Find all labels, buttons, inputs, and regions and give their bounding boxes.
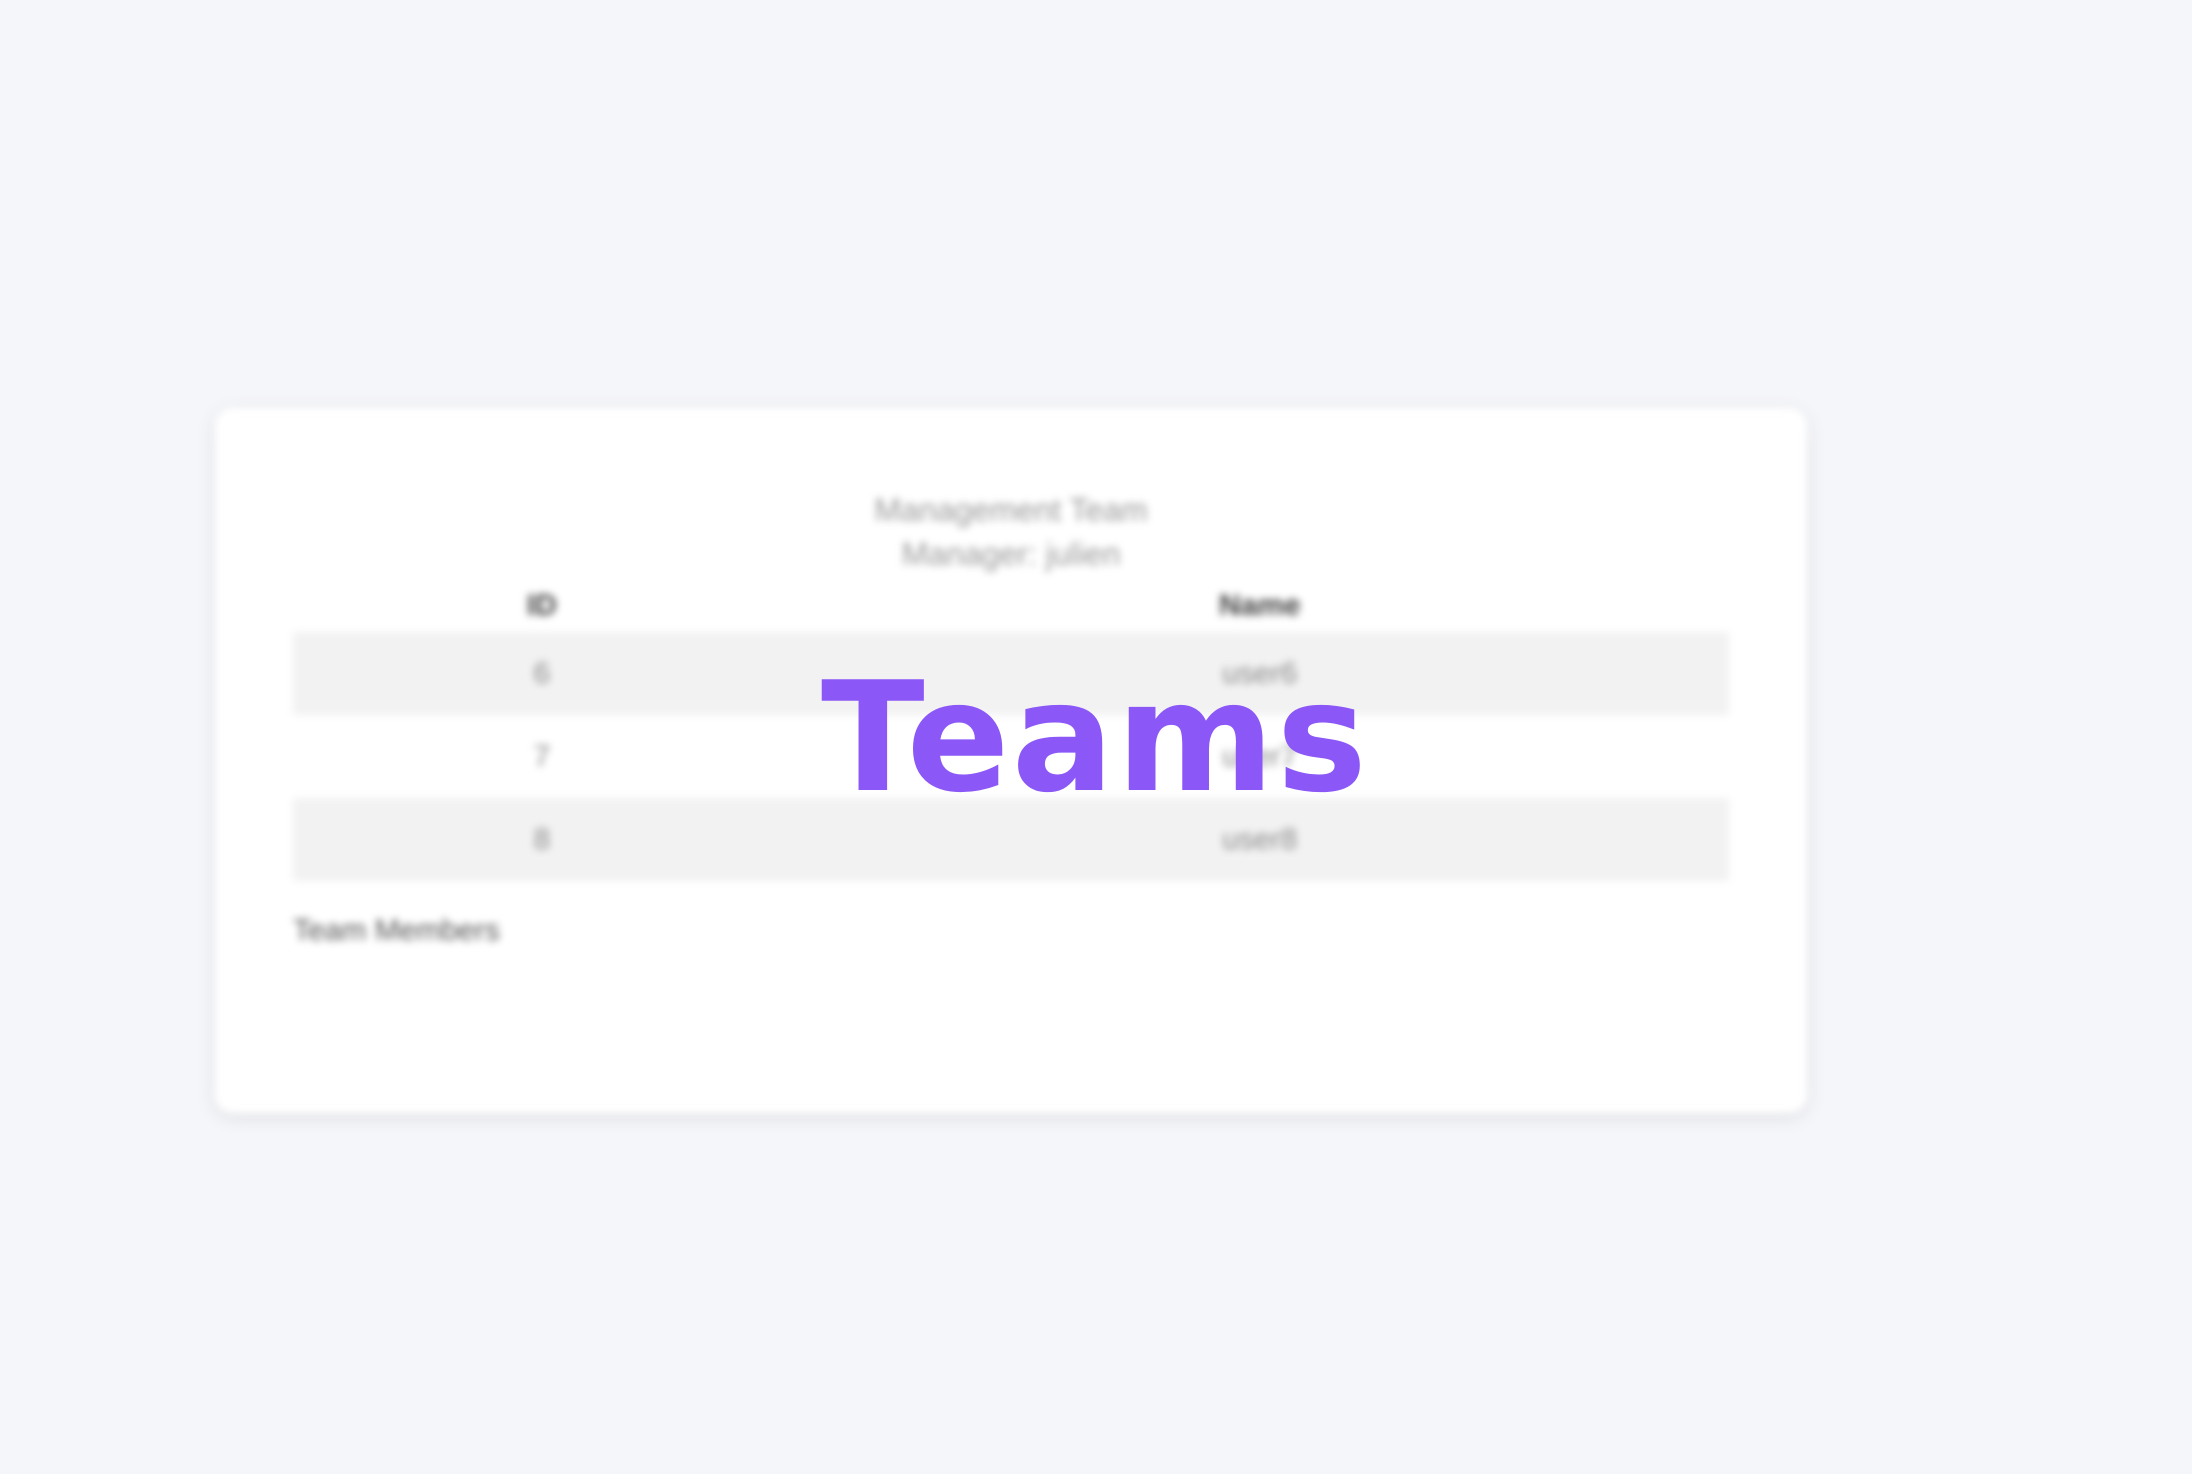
column-header-name: Name (1218, 589, 1301, 622)
team-manager: Manager: julien (901, 536, 1121, 572)
team-members-caption: Team Members (293, 914, 500, 947)
team-card-header: Management Team Manager: julien (215, 488, 1807, 576)
team-name: Management Team (874, 492, 1148, 528)
page-title: Teams (820, 649, 1369, 826)
column-header-id: ID (526, 589, 557, 622)
table-header-row: ID Name (293, 580, 1729, 632)
